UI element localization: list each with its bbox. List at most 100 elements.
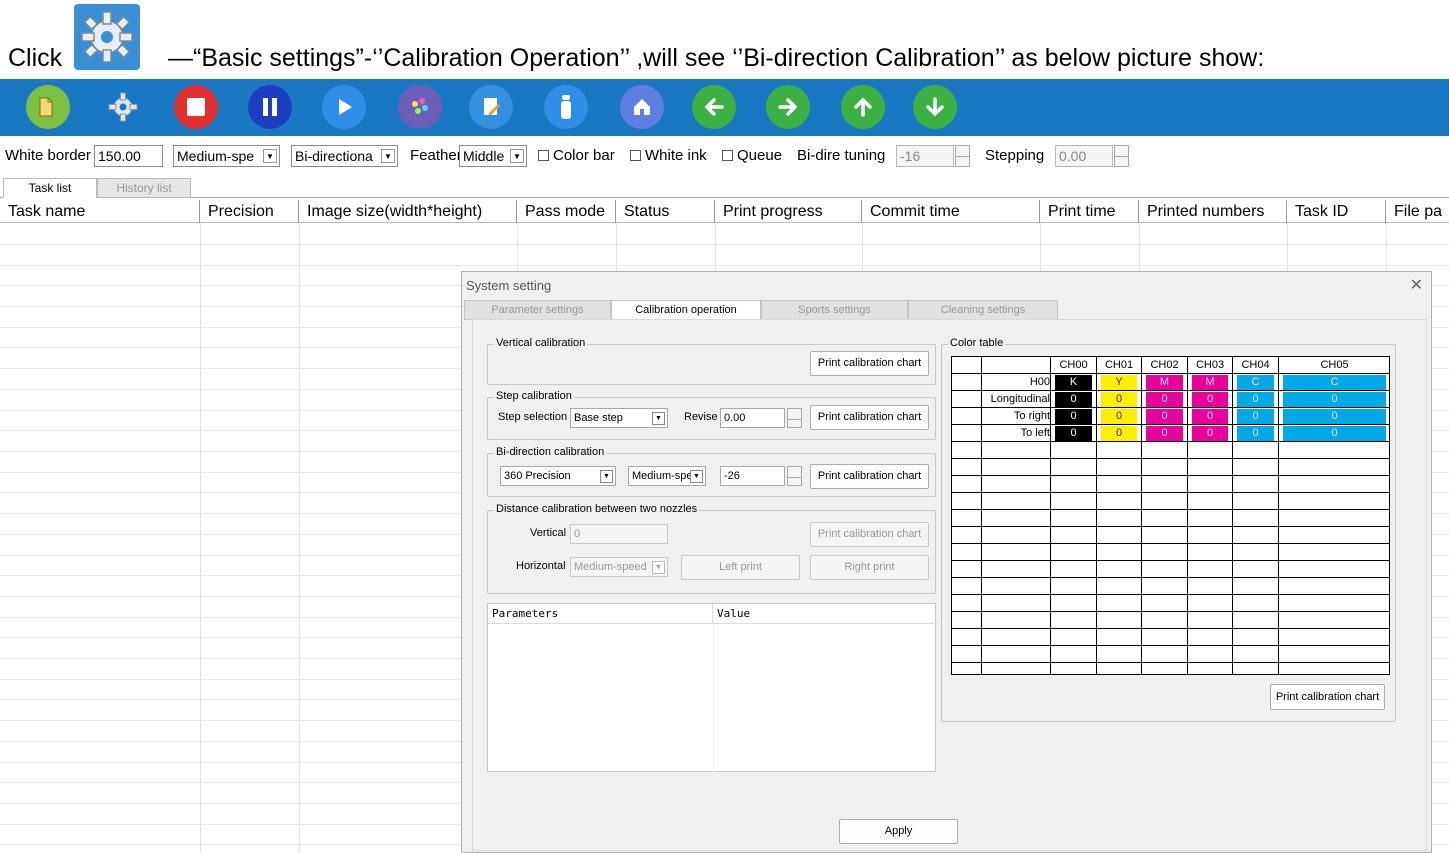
bidir-tuning-input[interactable]: -16: [896, 145, 954, 167]
table-cell: [1233, 527, 1279, 544]
distance-print-chart-button[interactable]: Print calibration chart: [810, 522, 929, 547]
revise-spinner[interactable]: [787, 408, 802, 428]
table-cell: [1233, 561, 1279, 578]
home-icon[interactable]: [620, 85, 664, 129]
right-print-button[interactable]: Right print: [810, 555, 929, 580]
speed-select-value: Medium-spe: [177, 148, 255, 164]
tab-sports-settings[interactable]: Sports settings: [761, 300, 908, 320]
arrow-down-icon[interactable]: [913, 85, 957, 129]
step-print-chart-button[interactable]: Print calibration chart: [810, 405, 929, 430]
color-cell: 0: [1237, 426, 1275, 441]
table-cell: [1279, 612, 1389, 629]
white-border-label: White border: [5, 147, 91, 164]
table-corner: [952, 357, 982, 374]
checkbox-icon: [630, 150, 641, 161]
color-bar-checkbox[interactable]: Color bar: [538, 147, 615, 164]
table-cell: [1142, 527, 1188, 544]
left-print-button[interactable]: Left print: [681, 555, 800, 580]
tab-parameter-settings[interactable]: Parameter settings: [464, 300, 611, 320]
table-cell: [982, 561, 1051, 578]
precision-value: 360 Precision: [504, 470, 571, 482]
bidir-offset-input[interactable]: -26: [720, 466, 785, 486]
white-ink-checkbox[interactable]: White ink: [630, 147, 707, 164]
settings-gear-icon[interactable]: [101, 85, 145, 129]
edit-icon[interactable]: [469, 85, 513, 129]
direction-select[interactable]: Bi-directiona ▼: [291, 145, 398, 167]
stop-icon[interactable]: [174, 85, 218, 129]
play-icon[interactable]: [322, 85, 366, 129]
tab-history-list[interactable]: History list: [97, 178, 191, 198]
column-header[interactable]: Image size(width*height): [299, 200, 517, 223]
bidir-speed-select[interactable]: Medium-spe ▼: [628, 466, 706, 486]
parameters-column-header[interactable]: Parameters: [488, 604, 713, 624]
tab-cleaning-settings[interactable]: Cleaning settings: [908, 300, 1058, 320]
column-header[interactable]: Precision: [200, 200, 299, 223]
tab-calibration-operation[interactable]: Calibration operation: [611, 300, 761, 321]
table-cell: [1279, 374, 1389, 391]
column-header[interactable]: Commit time: [862, 200, 1040, 223]
tab-task-list[interactable]: Task list: [3, 178, 97, 198]
ink-bottle-icon[interactable]: [544, 85, 588, 129]
table-cell: [1188, 646, 1233, 663]
distance-vertical-input[interactable]: 0: [570, 524, 668, 544]
color-cell: M: [1146, 375, 1184, 390]
table-cell: [982, 646, 1051, 663]
chevron-down-icon: ▼: [652, 412, 665, 425]
group-label: Vertical calibration: [494, 337, 588, 349]
calibration-panel: Vertical calibration Print calibration c…: [472, 319, 1427, 851]
column-header[interactable]: Printed numbers: [1139, 200, 1287, 223]
channel-header: CH01: [1097, 357, 1142, 374]
speed-select[interactable]: Medium-spe ▼: [173, 145, 280, 167]
open-icon[interactable]: [26, 85, 70, 129]
vertical-print-chart-button[interactable]: Print calibration chart: [810, 351, 929, 376]
bidir-print-chart-button[interactable]: Print calibration chart: [810, 464, 929, 489]
checkbox-icon: [722, 150, 733, 161]
stepping-input[interactable]: 0.00: [1055, 145, 1113, 167]
arrow-left-icon[interactable]: [692, 85, 736, 129]
table-cell: [1051, 442, 1097, 459]
table-cell: [1188, 510, 1233, 527]
column-header[interactable]: Task ID: [1287, 200, 1386, 223]
table-cell: [952, 646, 982, 663]
feather-select[interactable]: Middle ▼: [459, 145, 527, 167]
column-header[interactable]: Status: [616, 200, 715, 223]
table-cell: [1051, 476, 1097, 493]
distance-horizontal-select[interactable]: Medium-speed ▼: [570, 557, 668, 577]
column-header[interactable]: Task name: [0, 200, 200, 223]
table-cell: [1142, 595, 1188, 612]
group-label: Bi-direction calibration: [494, 446, 607, 458]
queue-checkbox[interactable]: Queue: [722, 147, 782, 164]
close-icon[interactable]: ✕: [1410, 275, 1423, 295]
column-header[interactable]: File pa: [1386, 200, 1449, 223]
group-label: Step calibration: [494, 390, 574, 402]
bidir-tuning-spinner[interactable]: [955, 145, 970, 167]
color-cell: Y: [1101, 375, 1138, 390]
color-palette-icon[interactable]: [398, 85, 442, 129]
stepping-label: Stepping: [985, 147, 1045, 164]
bidir-offset-spinner[interactable]: [787, 466, 802, 486]
bidir-speed-value: Medium-spe: [632, 470, 693, 482]
arrow-right-icon[interactable]: [766, 85, 810, 129]
revise-input[interactable]: 0.00: [720, 408, 785, 428]
table-cell: [1188, 527, 1233, 544]
row-label: To right: [982, 408, 1051, 425]
precision-select[interactable]: 360 Precision ▼: [500, 466, 616, 486]
column-header[interactable]: Print progress: [715, 200, 862, 223]
table-cell: [952, 612, 982, 629]
white-ink-label: White ink: [645, 147, 707, 164]
color-table-print-chart-button[interactable]: Print calibration chart: [1270, 684, 1385, 710]
chevron-down-icon: ▼: [600, 470, 613, 483]
apply-button[interactable]: Apply: [839, 819, 958, 844]
step-selection-select[interactable]: Base step ▼: [570, 408, 668, 428]
grid-line: [0, 265, 1449, 266]
column-header[interactable]: Print time: [1040, 200, 1139, 223]
arrow-up-icon[interactable]: [841, 85, 885, 129]
table-cell: [1188, 561, 1233, 578]
table-cell: [982, 493, 1051, 510]
column-header[interactable]: Pass mode: [517, 200, 616, 223]
stepping-spinner[interactable]: [1114, 145, 1129, 167]
bi-direction-calibration-group: Bi-direction calibration 360 Precision ▼ …: [487, 446, 936, 497]
pause-icon[interactable]: [248, 85, 292, 129]
value-column-header[interactable]: Value: [713, 604, 937, 624]
white-border-input[interactable]: 150.00: [94, 145, 163, 167]
